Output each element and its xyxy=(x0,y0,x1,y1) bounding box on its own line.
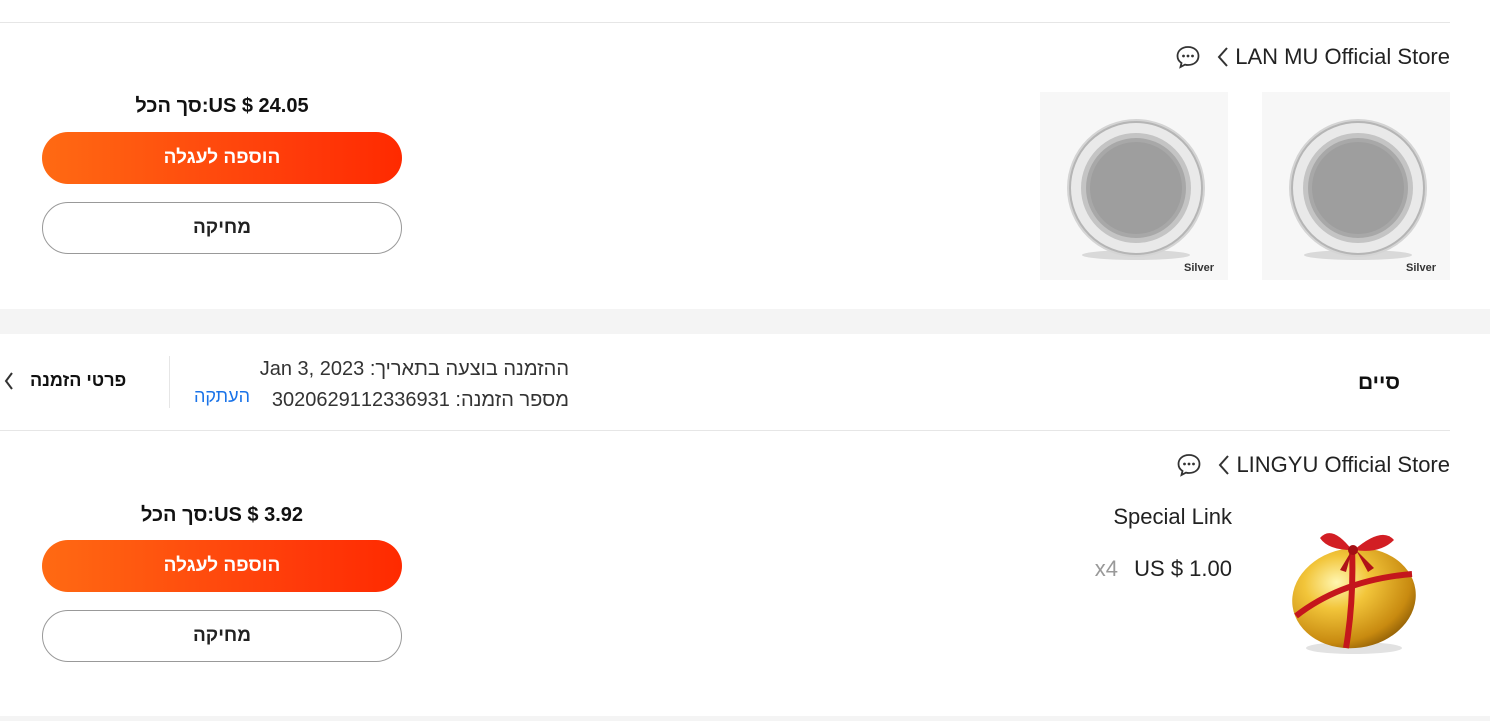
chevron-left-icon xyxy=(4,371,13,390)
chat-bubble-icon[interactable] xyxy=(1175,44,1201,70)
order-card-2: סיים ההזמנה בוצעה בתאריך: Jan 3, 2023 מס… xyxy=(0,334,1490,716)
gift-egg-image[interactable] xyxy=(1282,520,1422,660)
order-details-link[interactable]: פרטי הזמנה xyxy=(4,370,126,391)
product-thumbnail[interactable]: Silver xyxy=(1262,92,1450,280)
order-number: 3020629112336931 xyxy=(271,389,450,411)
order-status: סיים xyxy=(1357,371,1400,394)
round-light-image xyxy=(1289,119,1427,260)
divider xyxy=(0,22,1450,23)
delete-button[interactable]: מחיקה xyxy=(42,610,402,662)
order-total: סך הכל:US $ 3.92 xyxy=(42,504,402,527)
order-date: Jan 3, 2023 xyxy=(259,358,365,380)
chevron-left-icon xyxy=(1219,455,1230,475)
order-date-label: ההזמנה בוצעה בתאריך: xyxy=(369,358,569,380)
order-number-label: מספר הזמנה: xyxy=(455,389,569,411)
total-label: סך הכל: xyxy=(140,504,215,526)
chevron-left-icon xyxy=(1217,47,1228,67)
order-date-line: ההזמנה בוצעה בתאריך: Jan 3, 2023 xyxy=(260,354,569,385)
variant-label: Silver xyxy=(1406,262,1436,274)
variant-label: Silver xyxy=(1184,262,1214,274)
total-value: US $ 24.05 xyxy=(208,95,309,117)
total-value: US $ 3.92 xyxy=(214,504,304,526)
store-name[interactable]: LAN MU Official Store xyxy=(1235,44,1450,70)
product-thumbnail[interactable]: Silver xyxy=(1040,92,1228,280)
product-name[interactable]: Special Link xyxy=(1113,504,1232,530)
chat-bubble-icon[interactable] xyxy=(1176,452,1202,478)
order-details-label[interactable]: פרטי הזמנה xyxy=(30,370,126,391)
add-to-cart-button[interactable]: הוספה לעגלה xyxy=(42,132,402,184)
divider xyxy=(0,430,1450,431)
store-link[interactable]: LINGYU Official Store xyxy=(1176,452,1450,478)
add-to-cart-button[interactable]: הוספה לעגלה xyxy=(42,540,402,592)
copy-order-number-link[interactable]: העתקה xyxy=(194,386,250,407)
order-meta: ההזמנה בוצעה בתאריך: Jan 3, 2023 מספר הז… xyxy=(260,354,569,416)
store-link[interactable]: LAN MU Official Store xyxy=(1175,44,1450,70)
delete-button[interactable]: מחיקה xyxy=(42,202,402,254)
store-name[interactable]: LINGYU Official Store xyxy=(1236,452,1450,478)
order-card-1: LAN MU Official Store סך הכל:US $ 24.05 … xyxy=(0,0,1490,309)
divider xyxy=(169,356,170,408)
order-total: סך הכל:US $ 24.05 xyxy=(42,95,402,118)
round-light-image xyxy=(1067,119,1205,260)
order-number-line: מספר הזמנה: 3020629112336931 xyxy=(260,385,569,416)
product-quantity: x4 xyxy=(1094,556,1118,581)
total-label: סך הכל: xyxy=(135,95,209,117)
product-price: US $ 1.00 xyxy=(1134,556,1232,581)
